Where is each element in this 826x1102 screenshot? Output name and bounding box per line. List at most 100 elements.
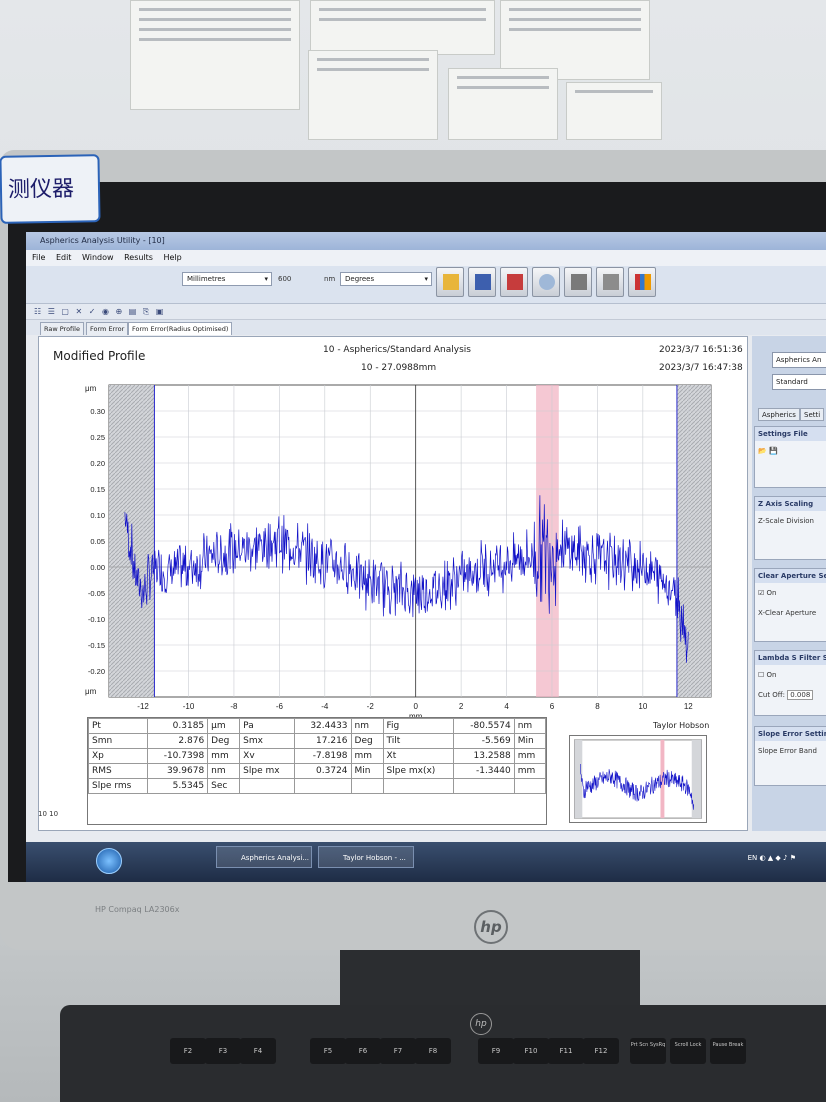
clear-aperture-box: Clear Aperture Se ☑ On X-Clear Aperture [754, 568, 826, 642]
task-aspherics[interactable]: Aspherics Analysi... [216, 846, 312, 868]
analysis-mode-select[interactable]: Standard [772, 374, 826, 390]
stats-cell: Min [350, 763, 384, 779]
y-axis-bottom-label: μm [85, 687, 97, 696]
stats-cell [513, 778, 547, 794]
y-tick-label: -0.05 [88, 589, 105, 598]
stats-row: RMS 39.9678 nm Slpe mx 0.3724 Min Slpe mx(x) -1… [88, 763, 547, 779]
clear-aperture-checkbox[interactable]: ☑ On [755, 583, 826, 603]
x-tick-label: 12 [684, 702, 693, 711]
key-f8: F8 [415, 1038, 451, 1064]
stats-cell [382, 778, 455, 794]
document-tabs[interactable]: 10 10 [38, 810, 158, 824]
data-view-button[interactable] [468, 267, 496, 297]
system-tray[interactable]: EN ◐ ▲ ◆ ♪ ⚑ [748, 854, 796, 862]
stats-cell: -1.3440 [453, 763, 515, 779]
y-tick-label: -0.15 [88, 641, 105, 650]
slope-error-header: Slope Error Settings [755, 727, 826, 741]
credit-label: Taylor Hobson [653, 721, 710, 730]
chart-button[interactable] [628, 267, 656, 297]
z-scale-label: Z-Scale Division [758, 517, 814, 525]
key-f2: F2 [170, 1038, 206, 1064]
stats-cell [294, 778, 352, 794]
analysis-range: 10 - 27.0988mm [361, 363, 437, 373]
x-clear-aperture-label: X-Clear Aperture [758, 609, 817, 617]
y-tick-label: -0.10 [88, 615, 105, 624]
grid-icon [475, 274, 491, 290]
secondary-toolbar[interactable]: ☷ ☰ ▢ ✕ ✓ ◉ ⊕ ▤ ⎘ ▣ [26, 304, 826, 320]
bar-chart-icon [635, 274, 651, 290]
stats-cell: Tilt [382, 733, 455, 749]
tab-raw-profile[interactable]: Raw Profile [40, 322, 84, 335]
menu-results[interactable]: Results [124, 253, 153, 262]
settings-file-icons[interactable]: 📂 💾 [755, 441, 826, 461]
analysis-type-select[interactable]: Aspherics An [772, 352, 826, 368]
wall-notice [308, 50, 438, 140]
units-select[interactable]: Millimetres ▾ [182, 272, 272, 286]
analysis-date: 2023/3/7 16:47:38 [659, 363, 743, 373]
stats-cell: μm [207, 718, 241, 734]
report-button[interactable] [500, 267, 528, 297]
undo-button[interactable] [564, 267, 592, 297]
side-panel: Aspherics An Standard Aspherics Setti Se… [752, 336, 826, 831]
start-button[interactable] [96, 848, 122, 874]
key-f3: F3 [205, 1038, 241, 1064]
stats-cell: Xp [88, 748, 148, 764]
lambda-filter-box: Lambda S Filter Set ☐ On Cut Off: 0.008 [754, 650, 826, 716]
slope-error-band-label: Slope Error Band [758, 747, 817, 755]
taskbar: Aspherics Analysi... Taylor Hobson - ...… [26, 842, 826, 882]
key-scroll-lock: Scroll Lock [670, 1038, 706, 1064]
angle-units-select[interactable]: Degrees ▾ [340, 272, 432, 286]
menu-window[interactable]: Window [82, 253, 114, 262]
menu-help[interactable]: Help [164, 253, 182, 262]
folder-icon [443, 274, 459, 290]
clear-aperture-header: Clear Aperture Se [755, 569, 826, 583]
photo: 测仪器 HP Compaq LA2306x hp hp F2 F3 F4 F5 F6 F7… [0, 0, 826, 1102]
x-tick-label: -4 [321, 702, 329, 711]
lambda-on-checkbox[interactable]: ☐ On [755, 665, 826, 685]
preview-button[interactable] [532, 267, 560, 297]
undo-icon [571, 274, 587, 290]
print-button[interactable] [596, 267, 624, 297]
stats-cell [239, 778, 296, 794]
stats-cell: RMS [88, 763, 148, 779]
x-tick-label: 0 [413, 702, 418, 711]
cutoff-field[interactable]: Cut Off: 0.008 [755, 685, 826, 705]
thumbnail-chart[interactable] [569, 735, 707, 823]
side-tab-settings[interactable]: Setti [800, 408, 825, 421]
slope-error-box: Slope Error Settings Slope Error Band [754, 726, 826, 786]
toolbar: Millimetres ▾ 600 nm Degrees ▾ [26, 266, 826, 304]
wall-notice [566, 82, 662, 140]
side-tab-aspherics[interactable]: Aspherics [758, 408, 800, 421]
open-folder-button[interactable] [436, 267, 464, 297]
panel-title: Modified Profile [53, 349, 146, 363]
stats-cell: Xv [239, 748, 296, 764]
tab-form-error[interactable]: Form Error [86, 322, 129, 335]
hp-logo: hp [474, 910, 508, 944]
thumb-excluded-left [574, 739, 583, 819]
stats-row: Pt 0.3185 μm Pa 32.4433 nm Fig -80.5574 nm [88, 718, 547, 734]
stats-cell: Deg [207, 733, 241, 749]
wavelength-value: 600 [278, 275, 292, 283]
y-tick-label: 0.05 [90, 537, 105, 546]
profile-chart: -12 -10 -8 -6 -4 -2 0 2 4 6 8 10 12 0.30 0.25 0.20 0.15 0… [85, 384, 712, 721]
menu-file[interactable]: File [32, 253, 45, 262]
stats-row: Smn 2.876 Deg Smx 17.216 Deg Tilt -5.569 Min [88, 733, 547, 749]
tab-form-error-radius[interactable]: Form Error(Radius Optimised) [128, 322, 233, 335]
wall-notice [448, 68, 558, 140]
key-f6: F6 [345, 1038, 381, 1064]
stats-cell: mm [350, 748, 384, 764]
x-tick-label: 10 [638, 702, 647, 711]
y-tick-label: 0.15 [90, 485, 105, 494]
z-axis-box: Z Axis Scaling Z-Scale Division [754, 496, 826, 560]
task-taylor-hobson[interactable]: Taylor Hobson - ... [318, 846, 414, 868]
key-f7: F7 [380, 1038, 416, 1064]
stats-cell: Fig [382, 718, 455, 734]
stats-cell: nm [207, 763, 241, 779]
stats-cell: Slpe mx(x) [382, 763, 455, 779]
key-f4: F4 [240, 1038, 276, 1064]
language-indicator[interactable]: EN [748, 854, 758, 862]
stats-cell: mm [513, 763, 547, 779]
menu-edit[interactable]: Edit [56, 253, 72, 262]
measure-date: 2023/3/7 16:51:36 [659, 345, 743, 355]
stats-cell: nm [350, 718, 384, 734]
